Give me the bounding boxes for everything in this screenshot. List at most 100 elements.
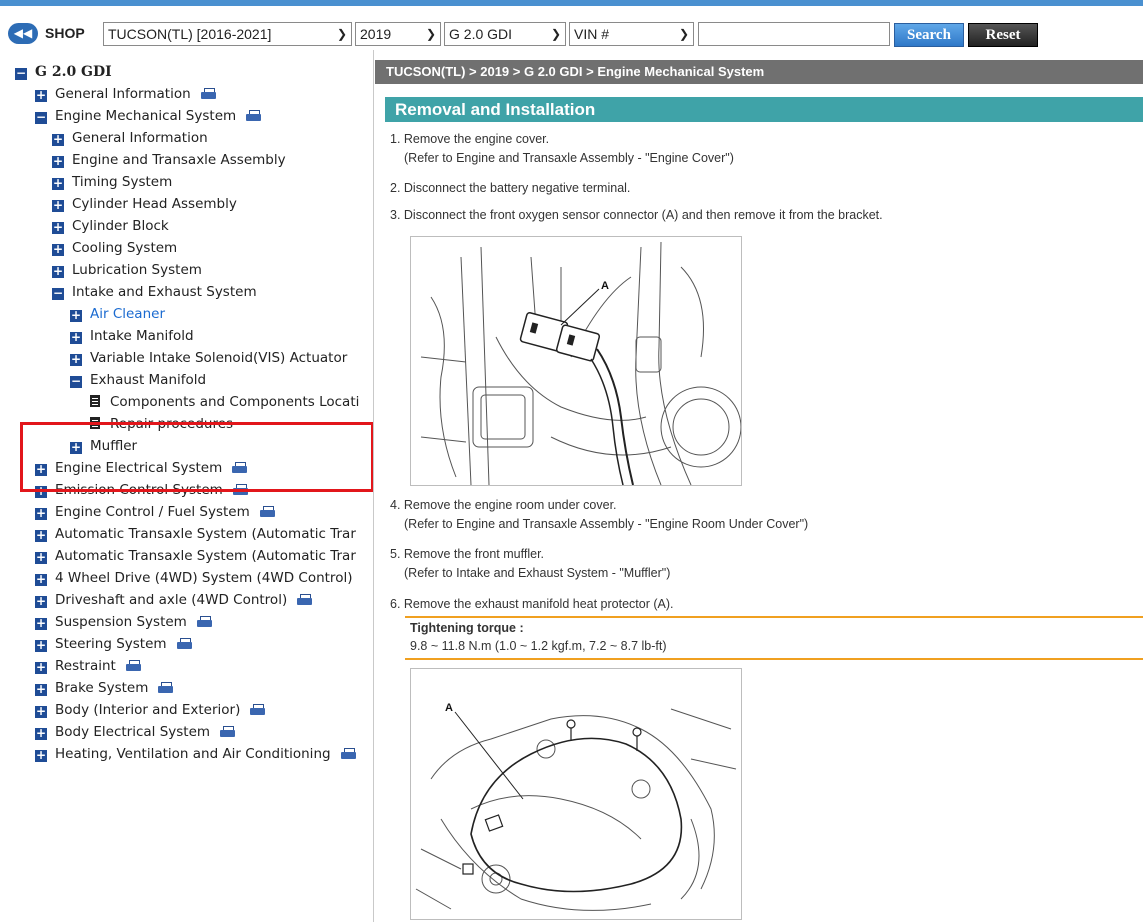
tree-item[interactable]: + Restraint [35,655,141,677]
tree-item-label: Steering System [55,636,167,652]
tree-item[interactable]: + Lubrication System [52,259,202,281]
chevron-down-icon: ❯ [678,27,689,41]
tree-item[interactable]: − Exhaust Manifold [70,369,206,391]
figure-callout-a: A [601,280,609,292]
expand-icon[interactable]: + [35,661,47,674]
tree-item[interactable]: + Timing System [52,171,172,193]
tree-item[interactable]: + Suspension System [35,611,212,633]
expand-icon[interactable]: + [35,705,47,718]
expand-icon[interactable]: + [70,353,82,366]
tree-item[interactable]: + Automatic Transaxle System (Automatic T… [35,523,356,545]
tree-item-label: Automatic Transaxle System (Automatic Tr… [55,526,356,542]
model-select[interactable]: TUCSON(TL) [2016-2021] ❯ [103,22,352,46]
tree-item[interactable]: + Cylinder Head Assembly [52,193,237,215]
expand-icon[interactable]: + [52,177,64,190]
expand-icon[interactable]: + [52,155,64,168]
printer-icon[interactable] [158,682,174,693]
expand-icon[interactable]: + [35,727,47,740]
printer-icon[interactable] [259,506,275,517]
collapse-icon[interactable]: − [35,111,47,124]
expand-icon[interactable]: + [35,89,47,102]
printer-icon[interactable] [176,638,192,649]
tree-item-label: General Information [72,130,208,146]
printer-icon[interactable] [200,88,216,99]
sidebar-tree: − G 2.0 GDI + General Information − Engine Me… [0,50,374,922]
expand-icon[interactable]: + [52,133,64,146]
tree-item-label: Exhaust Manifold [90,372,207,388]
search-button[interactable]: Search [894,23,964,47]
tree-item[interactable]: + Brake System [35,677,174,699]
expand-icon[interactable]: + [52,243,64,256]
collapse-back-button[interactable]: ◀◀ [8,23,38,44]
vin-select-value: VIN # [574,26,610,42]
tree-item[interactable]: + Automatic Transaxle System (Automatic T… [35,545,356,567]
engine-select[interactable]: G 2.0 GDI ❯ [444,22,566,46]
expand-icon[interactable]: + [35,551,47,564]
tree-item-label: Lubrication System [72,262,202,278]
expand-icon[interactable]: + [70,309,82,322]
printer-icon[interactable] [196,616,212,627]
tree-item[interactable]: − G 2.0 GDI [15,61,112,83]
tree-item-label: Body (Interior and Exterior) [55,702,241,718]
tree-item[interactable]: + Heating, Ventilation and Air Conditioni… [35,743,356,765]
tree-item-label: Cylinder Head Assembly [72,196,237,212]
printer-icon[interactable] [246,110,262,121]
tree-item[interactable]: + General Information [52,127,208,149]
shop-label: SHOP [45,25,85,41]
expand-icon[interactable]: + [35,507,47,520]
tree-item[interactable]: + Engine and Transaxle Assembly [52,149,286,171]
expand-icon[interactable]: + [52,221,64,234]
printer-icon[interactable] [250,704,266,715]
year-select[interactable]: 2019 ❯ [355,22,441,46]
heat-protector-figure: A [410,668,742,920]
tree-item[interactable]: + Variable Intake Solenoid(VIS) Actuator [70,347,347,369]
expand-icon[interactable]: + [52,265,64,278]
tree-item[interactable]: + Cooling System [52,237,177,259]
expand-icon[interactable]: + [52,199,64,212]
tree-item-label: Engine Control / Fuel System [55,504,250,520]
tree-item[interactable]: + Cylinder Block [52,215,169,237]
tree-item[interactable]: + Air Cleaner [70,303,165,325]
printer-icon[interactable] [125,660,141,671]
chevron-down-icon: ❯ [550,27,561,41]
tree-item[interactable]: Components and Components Locati [90,391,359,413]
expand-icon[interactable]: + [35,617,47,630]
tree-item[interactable]: + Driveshaft and axle (4WD Control) [35,589,313,611]
expand-icon[interactable]: + [35,529,47,542]
top-toolbar: ◀◀ SHOP TUCSON(TL) [2016-2021] ❯ 2019 ❯ … [0,0,1143,50]
tree-item[interactable]: − Intake and Exhaust System [52,281,257,303]
collapse-icon[interactable]: − [52,287,64,300]
tree-item[interactable]: − Engine Mechanical System [35,105,262,127]
collapse-icon[interactable]: − [70,375,82,388]
tree-item-label: Cylinder Block [72,218,169,234]
expand-icon[interactable]: + [35,595,47,608]
tree-item-label: Brake System [55,680,149,696]
expand-icon[interactable]: + [35,573,47,586]
expand-icon[interactable]: + [35,683,47,696]
collapse-icon[interactable]: − [15,67,27,80]
printer-icon[interactable] [220,726,236,737]
expand-icon[interactable]: + [35,749,47,762]
vin-select[interactable]: VIN # ❯ [569,22,694,46]
expand-icon[interactable]: + [70,331,82,344]
tree-item-label: Intake Manifold [90,328,194,344]
step-reference: (Refer to Engine and Transaxle Assembly … [404,517,809,531]
expand-icon[interactable]: + [35,639,47,652]
reset-button[interactable]: Reset [968,23,1038,47]
tree-item[interactable]: + Intake Manifold [70,325,194,347]
tree-item[interactable]: + Engine Control / Fuel System [35,501,275,523]
tree-item[interactable]: + Steering System [35,633,192,655]
tree-item-label: 4 Wheel Drive (4WD) System (4WD Control) [55,570,353,586]
document-icon[interactable] [90,395,100,407]
step-6: 6. Remove the exhaust manifold heat prot… [390,596,673,613]
search-input[interactable] [698,22,890,46]
tree-item[interactable]: + Body (Interior and Exterior) [35,699,266,721]
step-1: 1. Remove the engine cover. (Refer to En… [390,131,734,167]
step-text: 3. Disconnect the front oxygen sensor co… [390,208,883,222]
printer-icon[interactable] [340,748,356,759]
tree-item[interactable]: +4 Wheel Drive (4WD) System (4WD Control… [35,567,352,589]
tree-item[interactable]: + General Information [35,83,216,105]
tree-item[interactable]: + Body Electrical System [35,721,236,743]
printer-icon[interactable] [297,594,313,605]
tree-item-label: Timing System [72,174,173,190]
